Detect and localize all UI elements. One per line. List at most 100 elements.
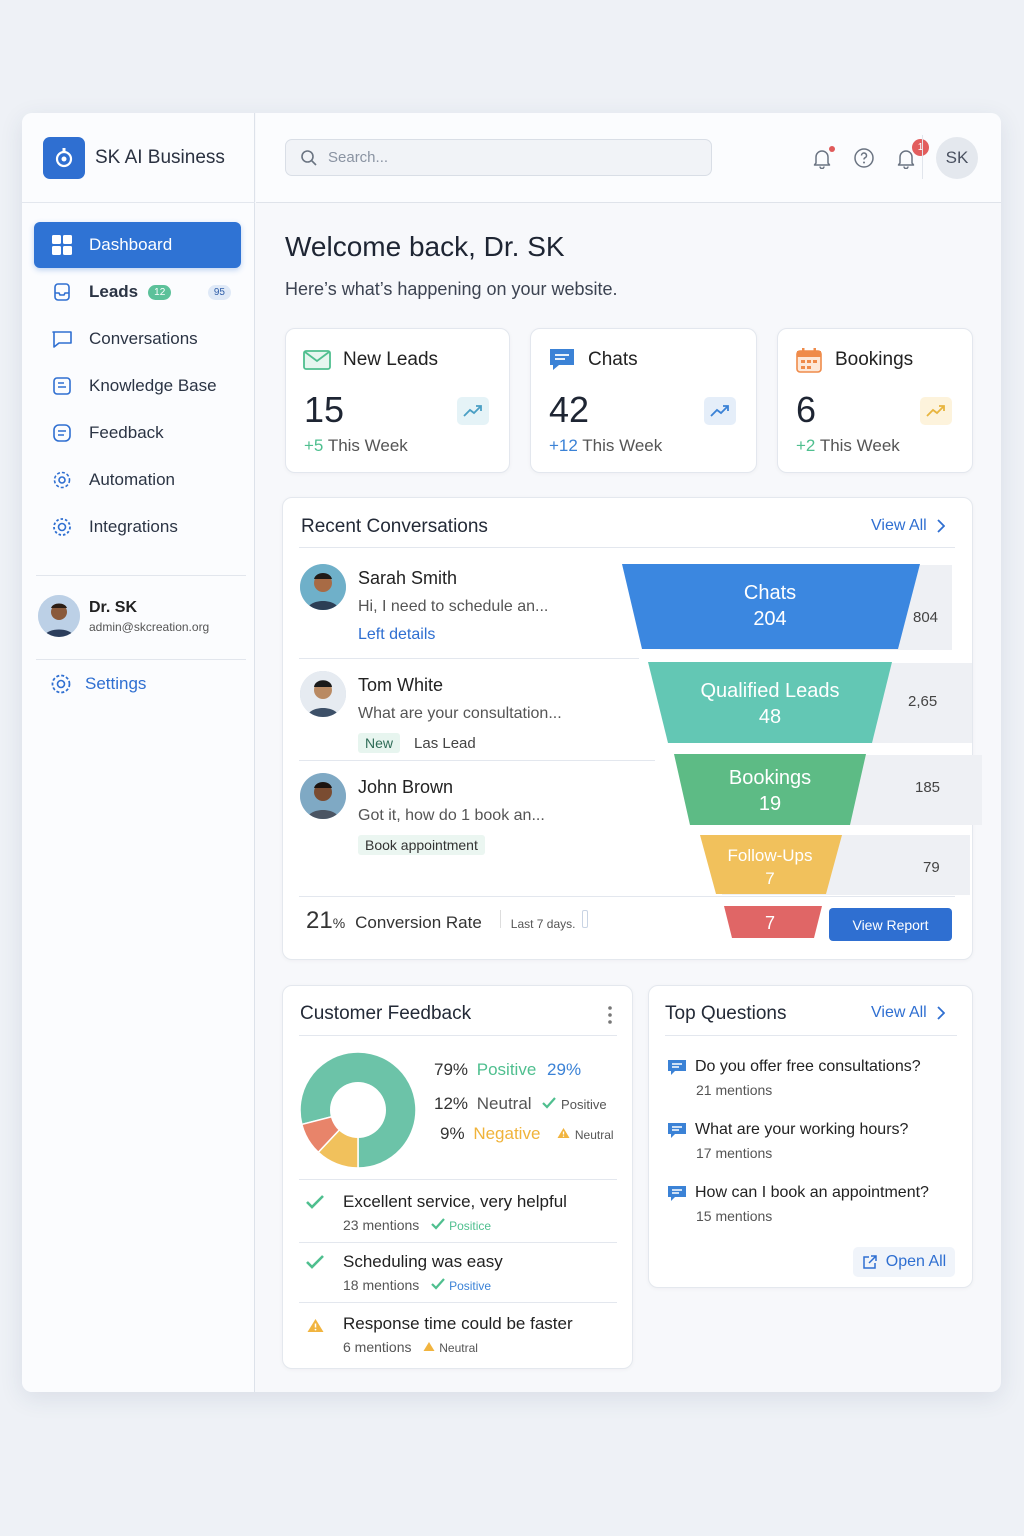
divider — [299, 1302, 617, 1303]
conversation-message: What are your consultation... — [358, 705, 562, 722]
mail-icon — [303, 347, 331, 373]
check-icon — [542, 1094, 557, 1113]
warning-icon — [307, 1318, 324, 1338]
customer-feedback-card: Customer Feedback 79% Positive 29% 12% N… — [282, 985, 633, 1369]
gear-icon — [51, 469, 73, 491]
stat-label: New Leads — [343, 349, 439, 370]
sidebar-item-label: Feedback — [89, 423, 164, 442]
alerts-bell-button[interactable] — [809, 145, 835, 171]
stat-card-bookings[interactable]: Bookings 6 +2 This Week — [777, 328, 973, 473]
sidebar-item-dashboard[interactable]: Dashboard — [34, 222, 241, 268]
view-report-button[interactable]: View Report — [829, 908, 952, 941]
stat-card-chats[interactable]: Chats 42 +12 This Week — [530, 328, 757, 473]
search-input[interactable] — [328, 149, 688, 166]
search-icon — [300, 149, 318, 167]
period-selector[interactable]: Last 7 days. — [511, 917, 576, 931]
period-toggle-icon[interactable] — [581, 910, 588, 928]
chat-bubble-icon — [667, 1122, 687, 1145]
funnel-label: Follow-Ups 7 — [727, 846, 813, 888]
legend-negative: 9% Negative Neutral — [440, 1124, 614, 1143]
help-button[interactable] — [851, 145, 877, 171]
sidebar-item-label: Knowledge Base — [89, 376, 217, 395]
leads-new-badge: 12 — [148, 284, 172, 300]
funnel-label: Bookings 19 — [728, 767, 812, 815]
more-options-icon[interactable] — [608, 1006, 612, 1029]
sidebar-item-conversations[interactable]: Conversations — [34, 316, 241, 362]
notifications-button[interactable]: 1 — [893, 139, 929, 171]
divider — [299, 1179, 617, 1180]
divider — [665, 1035, 957, 1036]
page-title: Welcome back, Dr. SK — [285, 231, 565, 262]
sidebar-item-leads[interactable]: Leads 12 95 — [34, 269, 241, 315]
settings-link[interactable]: Settings — [50, 673, 146, 695]
chat-icon — [51, 328, 73, 350]
brand-name: SK AI Business — [95, 146, 225, 168]
view-all-link[interactable]: View All — [871, 1004, 945, 1022]
stat-delta: +12 This Week — [549, 436, 663, 455]
conversation-tag: Left details — [358, 626, 436, 643]
donut-hole — [330, 1082, 386, 1138]
funnel-count: 2,65 — [908, 693, 938, 710]
book-icon — [51, 375, 73, 397]
app-window: SK AI Business Dashboard Leads 12 95 Con… — [22, 113, 1001, 1392]
conversion-unit: % — [332, 915, 346, 931]
divider — [299, 1035, 617, 1036]
sidebar-nav: Dashboard Leads 12 95 Conversations Know… — [34, 222, 241, 551]
chevron-right-icon — [937, 519, 945, 533]
feedback-icon — [51, 422, 73, 444]
search-box[interactable] — [285, 139, 712, 176]
open-all-button[interactable]: Open All — [853, 1247, 955, 1277]
inbox-icon — [51, 281, 73, 303]
conversation-name: John Brown — [358, 777, 454, 797]
check-icon — [305, 1254, 325, 1275]
chat-bubble-icon — [667, 1059, 687, 1082]
cog-icon — [51, 516, 73, 538]
stat-card-new-leads[interactable]: New Leads 15 +5 This Week — [285, 328, 510, 473]
funnel-count: 79 — [923, 859, 940, 876]
stat-value: 15 — [304, 389, 345, 430]
sidebar: SK AI Business Dashboard Leads 12 95 Con… — [22, 113, 255, 1392]
notification-count-badge: 1 — [912, 139, 929, 156]
funnel-count: 804 — [913, 609, 939, 626]
sidebar-item-label: Automation — [89, 470, 175, 489]
divider — [299, 760, 655, 761]
divider — [499, 910, 501, 928]
check-icon — [431, 1277, 445, 1293]
divider — [299, 1242, 617, 1243]
warning-icon — [557, 1124, 570, 1143]
stat-delta: +5 This Week — [304, 436, 408, 455]
view-all-link[interactable]: View All — [871, 517, 945, 535]
top-questions-card: Top Questions View All Do you offer free… — [648, 985, 973, 1288]
sidebar-item-automation[interactable]: Automation — [34, 457, 241, 503]
topbar-divider — [922, 135, 923, 179]
sidebar-item-integrations[interactable]: Integrations — [34, 504, 241, 550]
sidebar-divider — [36, 575, 246, 576]
chat-bubble-icon — [667, 1185, 687, 1208]
conversation-name: Sarah Smith — [358, 568, 458, 588]
conversion-rate: 21 % Conversion Rate Last 7 days. — [306, 907, 588, 935]
user-avatar-button[interactable]: SK — [936, 137, 978, 179]
settings-gear-icon — [50, 673, 72, 695]
card-title: Recent Conversations — [301, 516, 488, 537]
sidebar-item-label: Dashboard — [89, 235, 173, 254]
sidebar-item-knowledge-base[interactable]: Knowledge Base — [34, 363, 241, 409]
topbar: 1 SK — [256, 113, 1001, 203]
sidebar-item-label: Integrations — [89, 517, 178, 536]
brand: SK AI Business — [22, 113, 255, 203]
brand-logo-icon — [43, 136, 85, 179]
avatar — [300, 671, 346, 717]
sidebar-profile[interactable]: Dr. SK admin@skcreation.org — [38, 595, 209, 637]
conversion-value: 21 — [306, 907, 333, 934]
divider — [299, 658, 639, 659]
check-icon — [305, 1194, 325, 1215]
trend-up-icon — [704, 397, 736, 425]
check-icon — [431, 1217, 445, 1233]
settings-label: Settings — [85, 674, 147, 693]
stat-label: Chats — [588, 349, 638, 370]
card-title: Customer Feedback — [300, 1003, 472, 1024]
calendar-icon — [795, 347, 823, 373]
sidebar-item-feedback[interactable]: Feedback — [34, 410, 241, 456]
sidebar-divider — [36, 659, 246, 660]
avatar — [300, 564, 346, 610]
stat-label: Bookings — [835, 349, 914, 370]
